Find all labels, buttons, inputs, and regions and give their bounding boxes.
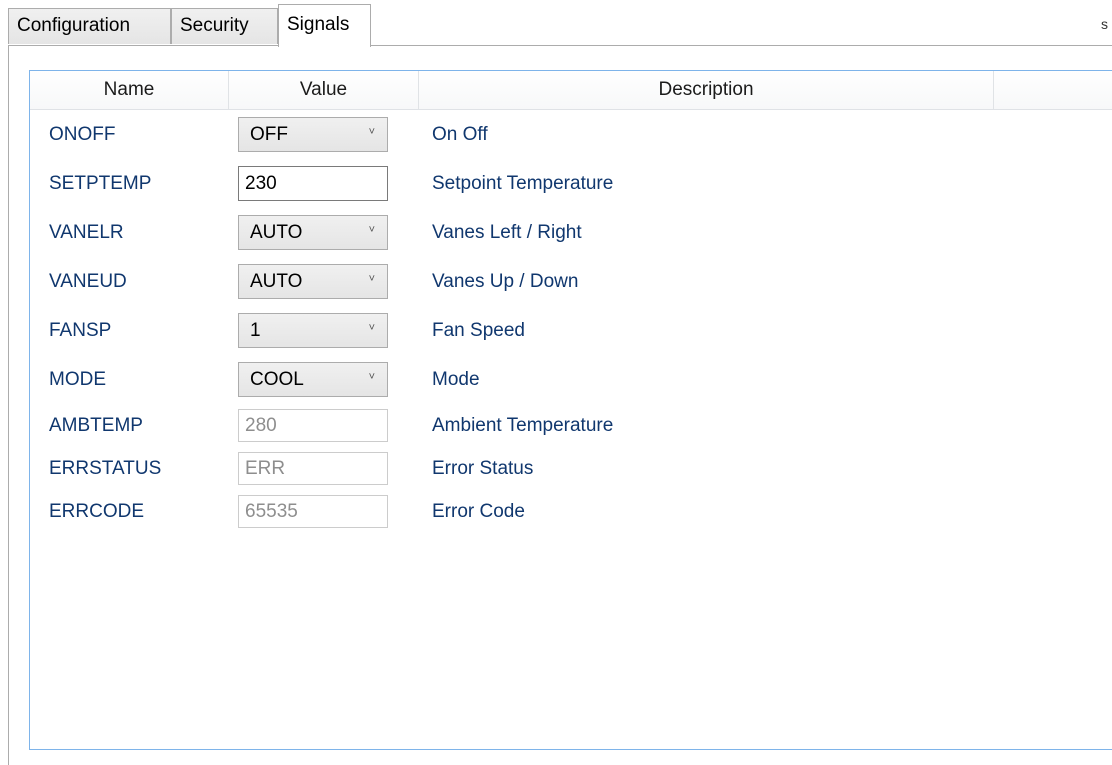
column-header-description[interactable]: Description xyxy=(419,71,994,109)
signal-row-vanelr: VANELR AUTO ˅ Vanes Left / Right xyxy=(30,208,1112,257)
vanelr-dropdown[interactable]: AUTO ˅ xyxy=(238,215,388,250)
dropdown-selected-value: AUTO xyxy=(250,271,303,292)
chevron-down-icon: ˅ xyxy=(368,224,375,236)
dropdown-selected-value: 1 xyxy=(250,320,261,341)
onoff-dropdown[interactable]: OFF ˅ xyxy=(238,117,388,152)
grid-header: Name Value Description xyxy=(30,71,1112,110)
signal-description: Error Code xyxy=(432,500,525,522)
signal-name: VANELR xyxy=(49,221,124,243)
errstatus-readonly-field: ERR xyxy=(238,452,388,485)
signal-description: Setpoint Temperature xyxy=(432,172,614,194)
chevron-down-icon: ˅ xyxy=(368,371,375,383)
signal-row-errstatus: ERRSTATUS ERR Error Status xyxy=(30,447,1112,490)
ambtemp-readonly-field: 280 xyxy=(238,409,388,442)
signal-row-vaneud: VANEUD AUTO ˅ Vanes Up / Down xyxy=(30,257,1112,306)
signal-row-ambtemp: AMBTEMP 280 Ambient Temperature xyxy=(30,404,1112,447)
signal-name: ERRSTATUS xyxy=(49,457,162,479)
signal-description: Ambient Temperature xyxy=(432,414,614,436)
signal-name: ONOFF xyxy=(49,123,116,145)
column-header-name[interactable]: Name xyxy=(30,71,229,109)
signal-name: VANEUD xyxy=(49,270,127,292)
tab-configuration[interactable]: Configuration xyxy=(8,8,171,44)
signal-row-mode: MODE COOL ˅ Mode xyxy=(30,355,1112,404)
column-header-filler xyxy=(994,71,1112,109)
signal-row-onoff: ONOFF OFF ˅ On Off xyxy=(30,110,1112,159)
tab-strip: Configuration Security Signals s xyxy=(8,4,1112,47)
tab-security[interactable]: Security xyxy=(171,8,278,44)
dropdown-selected-value: OFF xyxy=(250,124,288,145)
tab-signals[interactable]: Signals xyxy=(278,4,371,47)
signal-description: Vanes Up / Down xyxy=(432,270,579,292)
chevron-down-icon: ˅ xyxy=(368,273,375,285)
signal-description: Error Status xyxy=(432,457,534,479)
tab-strip-divider xyxy=(8,45,1112,46)
signal-name: AMBTEMP xyxy=(49,414,143,436)
signal-name: SETPTEMP xyxy=(49,172,152,194)
signals-grid: Name Value Description ONOFF OFF ˅ On Of… xyxy=(29,70,1112,750)
signal-row-setptemp: SETPTEMP 230 Setpoint Temperature xyxy=(30,159,1112,208)
signal-name: ERRCODE xyxy=(49,500,145,522)
signal-description: Vanes Left / Right xyxy=(432,221,582,243)
vaneud-dropdown[interactable]: AUTO ˅ xyxy=(238,264,388,299)
signal-description: On Off xyxy=(432,123,488,145)
signal-description: Mode xyxy=(432,368,480,390)
signal-name: FANSP xyxy=(49,319,112,341)
signal-row-errcode: ERRCODE 65535 Error Code xyxy=(30,490,1112,533)
mode-dropdown[interactable]: COOL ˅ xyxy=(238,362,388,397)
column-header-value[interactable]: Value xyxy=(229,71,419,109)
signal-name: MODE xyxy=(49,368,106,390)
fansp-dropdown[interactable]: 1 ˅ xyxy=(238,313,388,348)
setptemp-input[interactable]: 230 xyxy=(238,166,388,201)
grid-rows: ONOFF OFF ˅ On Off SETPTEMP 230 Setpoint… xyxy=(30,110,1112,533)
clipped-overflow-text: s xyxy=(1101,16,1108,32)
signal-row-fansp: FANSP 1 ˅ Fan Speed xyxy=(30,306,1112,355)
dropdown-selected-value: AUTO xyxy=(250,222,303,243)
chevron-down-icon: ˅ xyxy=(368,322,375,334)
dropdown-selected-value: COOL xyxy=(250,369,304,390)
chevron-down-icon: ˅ xyxy=(368,126,375,138)
errcode-readonly-field: 65535 xyxy=(238,495,388,528)
signal-description: Fan Speed xyxy=(432,319,525,341)
